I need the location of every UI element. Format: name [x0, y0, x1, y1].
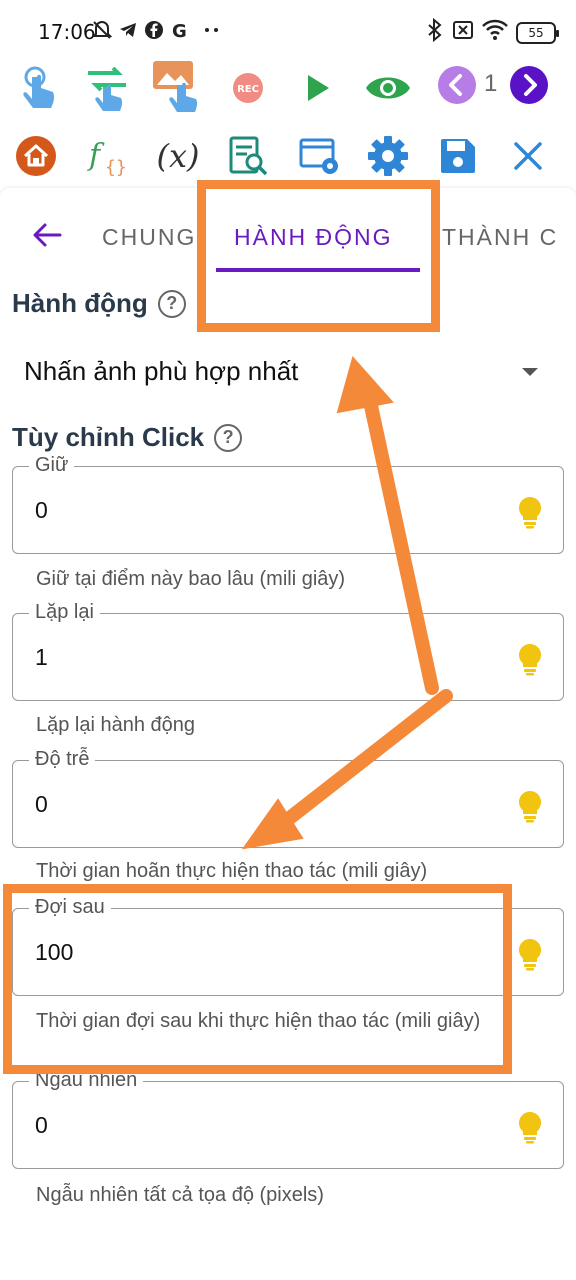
- click-title-text: Tùy chỉnh Click: [12, 422, 205, 452]
- help-icon[interactable]: ?: [214, 423, 243, 452]
- tab-thanh-c[interactable]: THÀNH C: [442, 224, 558, 251]
- prev-button[interactable]: [436, 64, 478, 106]
- annotation-box-tab: [197, 180, 440, 332]
- click-section-title: Tùy chỉnh Click ?: [12, 422, 243, 453]
- repeat-field[interactable]: Lặp lại 1: [12, 601, 564, 701]
- settings-sheet: CHUNG HÀNH ĐỘNG THÀNH C Hành động ? Nhấn…: [0, 188, 576, 1280]
- search-script-button[interactable]: [224, 132, 272, 180]
- delay-field[interactable]: Độ trễ 0: [12, 748, 564, 848]
- field-helper: Ngẫu nhiên tất cả tọa độ (pixels): [36, 1184, 324, 1206]
- action-dropdown[interactable]: Nhấn ảnh phù hợp nhất: [12, 348, 564, 396]
- variable-button[interactable]: (x): [150, 132, 206, 180]
- field-helper: Thời gian hoãn thực hiện thao tác (mili …: [36, 860, 428, 882]
- google-icon: G: [170, 19, 190, 41]
- tap-icon[interactable]: [14, 64, 64, 114]
- action-section-title: Hành động ?: [12, 288, 186, 319]
- lightbulb-icon[interactable]: [517, 642, 543, 676]
- page-number: 1: [484, 70, 498, 97]
- dropdown-caret-icon: [522, 368, 538, 376]
- telegram-icon: [118, 19, 138, 41]
- home-button[interactable]: [14, 134, 58, 178]
- svg-text:REC: REC: [237, 84, 259, 95]
- variable-label: (x): [156, 137, 200, 175]
- wifi-icon: [482, 19, 508, 46]
- save-button[interactable]: [434, 132, 482, 180]
- sim-off-icon: [452, 19, 474, 46]
- status-bar: 17:06 G 55: [0, 0, 576, 62]
- battery-indicator: 55: [516, 21, 559, 44]
- annotation-box-field: [3, 884, 512, 1074]
- tab-chung[interactable]: CHUNG: [102, 224, 196, 251]
- status-right-icons: 55: [426, 17, 559, 47]
- hold-field[interactable]: Giữ 0: [12, 454, 564, 554]
- field-value[interactable]: 0: [35, 1112, 48, 1139]
- field-label: Lặp lại: [29, 601, 100, 624]
- eye-icon[interactable]: [362, 66, 414, 110]
- svg-text:f: f: [87, 138, 105, 173]
- next-button[interactable]: [508, 64, 550, 106]
- svg-text:{}: {}: [105, 157, 127, 178]
- play-icon[interactable]: [298, 68, 338, 108]
- field-value[interactable]: 0: [35, 791, 48, 818]
- function-button[interactable]: f{}: [84, 132, 134, 180]
- image-tap-icon[interactable]: [150, 58, 204, 116]
- screen: 17:06 G 55 REC 1 f {} (x) CHUNG HÀNH ĐỘN…: [0, 0, 576, 1280]
- lightbulb-icon[interactable]: [517, 495, 543, 529]
- field-value[interactable]: 0: [35, 497, 48, 524]
- settings-button[interactable]: [364, 132, 412, 180]
- mute-icon: [92, 19, 112, 41]
- back-button[interactable]: [30, 218, 64, 252]
- field-helper: Lặp lại hành động: [36, 714, 196, 736]
- window-settings-button[interactable]: [296, 132, 344, 180]
- action-title-text: Hành động: [12, 288, 148, 318]
- bluetooth-icon: [426, 17, 444, 47]
- toolbar-top: REC 1: [0, 58, 576, 118]
- toolbar-bottom: f{} (x): [0, 126, 576, 186]
- lightbulb-icon[interactable]: [517, 937, 543, 971]
- close-button[interactable]: [504, 132, 552, 180]
- help-icon[interactable]: ?: [157, 289, 186, 318]
- facebook-icon: [144, 19, 164, 41]
- field-helper: Giữ tại điểm này bao lâu (mili giây): [36, 568, 346, 590]
- status-left-icons: G: [92, 19, 222, 41]
- swipe-icon[interactable]: [82, 62, 132, 114]
- svg-text:G: G: [172, 21, 187, 40]
- random-field[interactable]: Ngẫu nhiên 0: [12, 1069, 564, 1169]
- field-label: Giữ: [29, 454, 75, 477]
- record-icon[interactable]: REC: [228, 68, 268, 108]
- more-dots-icon: [202, 19, 222, 41]
- lightbulb-icon[interactable]: [517, 1110, 543, 1144]
- field-label: Độ trễ: [29, 748, 96, 771]
- action-dropdown-value: Nhấn ảnh phù hợp nhất: [24, 356, 299, 386]
- status-time: 17:06: [38, 20, 96, 44]
- lightbulb-icon[interactable]: [517, 789, 543, 823]
- field-value[interactable]: 1: [35, 644, 48, 671]
